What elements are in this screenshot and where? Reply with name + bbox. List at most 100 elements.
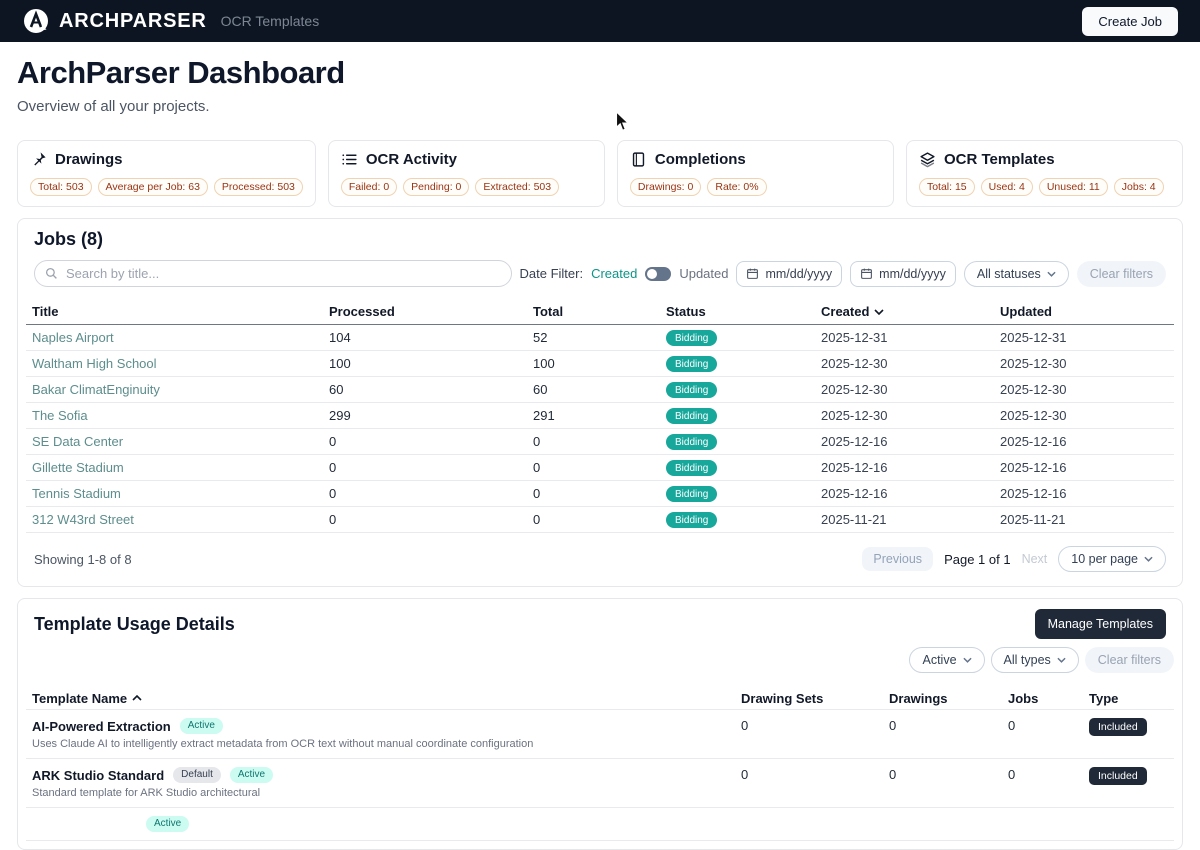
- brand[interactable]: ARCHPARSER: [22, 7, 207, 35]
- chevron-down-icon: [963, 657, 972, 663]
- template-usage-heading: Template Usage Details: [34, 614, 235, 635]
- job-title-link[interactable]: Tennis Stadium: [32, 486, 329, 501]
- date-filter-created-option[interactable]: Created: [591, 266, 637, 281]
- job-created-date: 2025-12-30: [821, 408, 1000, 423]
- stat-cards-row: Drawings Total: 503 Average per Job: 63 …: [17, 140, 1183, 207]
- column-header-processed: Processed: [329, 304, 533, 319]
- job-title-link[interactable]: 312 W43rd Street: [32, 512, 329, 527]
- template-row-partial: Active: [26, 808, 1174, 841]
- job-processed: 0: [329, 512, 533, 527]
- template-default-badge: Default: [173, 767, 221, 783]
- template-status-value: Active: [922, 653, 956, 667]
- job-status-badge: Bidding: [666, 330, 717, 346]
- job-title-link[interactable]: SE Data Center: [32, 434, 329, 449]
- stat-badge: Extracted: 503: [475, 178, 559, 196]
- job-processed: 0: [329, 486, 533, 501]
- job-total: 291: [533, 408, 666, 423]
- topbar-section-label: OCR Templates: [221, 13, 320, 29]
- status-filter-select[interactable]: All statuses: [964, 261, 1069, 287]
- stat-card-title: Drawings: [55, 151, 123, 168]
- template-type-badge: Included: [1089, 718, 1147, 736]
- stat-badge: Used: 4: [981, 178, 1033, 196]
- sort-desc-icon: [874, 309, 884, 315]
- template-name: AI-Powered Extraction: [32, 719, 171, 734]
- layers-icon: [919, 151, 936, 168]
- stat-badge: Pending: 0: [403, 178, 469, 196]
- job-processed: 299: [329, 408, 533, 423]
- template-drawing-sets: 0: [741, 767, 889, 782]
- template-type-select[interactable]: All types: [991, 647, 1079, 673]
- column-header-title: Title: [32, 304, 329, 319]
- date-filter-updated-option[interactable]: Updated: [679, 266, 728, 281]
- stat-badge: Total: 503: [30, 178, 92, 196]
- page-info: Page 1 of 1: [944, 552, 1011, 567]
- template-drawings: 0: [889, 718, 1008, 733]
- job-row: Bakar ClimatEnginuity 60 60 Bidding 2025…: [26, 377, 1174, 403]
- jobs-table-header: Title Processed Total Status Created Upd…: [26, 299, 1174, 325]
- job-title-link[interactable]: The Sofia: [32, 408, 329, 423]
- date-to-input[interactable]: mm/dd/yyyy: [850, 261, 956, 287]
- job-row: Waltham High School 100 100 Bidding 2025…: [26, 351, 1174, 377]
- search-icon: [45, 267, 58, 280]
- chevron-down-icon: [1144, 556, 1153, 562]
- create-job-button[interactable]: Create Job: [1082, 7, 1178, 36]
- job-created-date: 2025-12-16: [821, 434, 1000, 449]
- template-status-select[interactable]: Active: [909, 647, 984, 673]
- per-page-value: 10 per page: [1071, 552, 1138, 566]
- templates-table-header: Template Name Drawing Sets Drawings Jobs…: [26, 687, 1174, 710]
- template-clear-filters-button[interactable]: Clear filters: [1085, 647, 1174, 673]
- stat-card-title: OCR Templates: [944, 151, 1055, 168]
- next-page-button[interactable]: Next: [1022, 552, 1048, 566]
- job-created-date: 2025-12-30: [821, 356, 1000, 371]
- column-header-created[interactable]: Created: [821, 304, 1000, 319]
- template-drawing-sets: 0: [741, 718, 889, 733]
- job-total: 100: [533, 356, 666, 371]
- job-total: 0: [533, 460, 666, 475]
- template-active-badge: Active: [180, 718, 223, 734]
- stat-badge: Failed: 0: [341, 178, 397, 196]
- date-filter-toggle[interactable]: [645, 267, 671, 281]
- job-created-date: 2025-12-30: [821, 382, 1000, 397]
- calendar-icon: [860, 267, 873, 280]
- job-title-link[interactable]: Naples Airport: [32, 330, 329, 345]
- per-page-select[interactable]: 10 per page: [1058, 546, 1166, 572]
- template-jobs: 0: [1008, 718, 1089, 733]
- previous-page-button[interactable]: Previous: [862, 547, 933, 571]
- job-processed: 0: [329, 460, 533, 475]
- clear-filters-button[interactable]: Clear filters: [1077, 261, 1166, 287]
- jobs-heading: Jobs (8): [26, 227, 1174, 250]
- search-input[interactable]: [66, 266, 501, 281]
- column-header-updated: Updated: [1000, 304, 1174, 319]
- main-content: ArchParser Dashboard Overview of all you…: [0, 42, 1200, 850]
- job-title-link[interactable]: Waltham High School: [32, 356, 329, 371]
- job-title-link[interactable]: Bakar ClimatEnginuity: [32, 382, 329, 397]
- templates-table: Template Name Drawing Sets Drawings Jobs…: [26, 687, 1174, 841]
- template-description: Standard template for ARK Studio archite…: [32, 787, 741, 799]
- date-from-input[interactable]: mm/dd/yyyy: [736, 261, 842, 287]
- job-status-badge: Bidding: [666, 486, 717, 502]
- stat-card-title: OCR Activity: [366, 151, 457, 168]
- template-usage-panel: Template Usage Details Manage Templates …: [17, 598, 1183, 850]
- manage-templates-button[interactable]: Manage Templates: [1035, 609, 1166, 639]
- job-updated-date: 2025-12-30: [1000, 356, 1174, 371]
- stat-card-ocr-templates: OCR Templates Total: 15 Used: 4 Unused: …: [906, 140, 1183, 207]
- job-total: 0: [533, 486, 666, 501]
- stat-card-title: Completions: [655, 151, 746, 168]
- chevron-down-icon: [1057, 657, 1066, 663]
- job-created-date: 2025-11-21: [821, 512, 1000, 527]
- date-to-value: mm/dd/yyyy: [879, 267, 946, 281]
- job-processed: 60: [329, 382, 533, 397]
- sort-asc-icon: [132, 695, 142, 701]
- job-status-badge: Bidding: [666, 512, 717, 528]
- job-processed: 104: [329, 330, 533, 345]
- column-header-template-name[interactable]: Template Name: [32, 691, 741, 706]
- stat-card-ocr-activity: OCR Activity Failed: 0 Pending: 0 Extrac…: [328, 140, 605, 207]
- job-updated-date: 2025-12-30: [1000, 382, 1174, 397]
- job-updated-date: 2025-12-16: [1000, 434, 1174, 449]
- job-title-link[interactable]: Gillette Stadium: [32, 460, 329, 475]
- chevron-down-icon: [1047, 271, 1056, 277]
- template-active-badge: Active: [230, 767, 273, 783]
- job-status-badge: Bidding: [666, 434, 717, 450]
- jobs-table-footer: Showing 1-8 of 8 Previous Page 1 of 1 Ne…: [26, 533, 1174, 578]
- template-name: ARK Studio Standard: [32, 768, 164, 783]
